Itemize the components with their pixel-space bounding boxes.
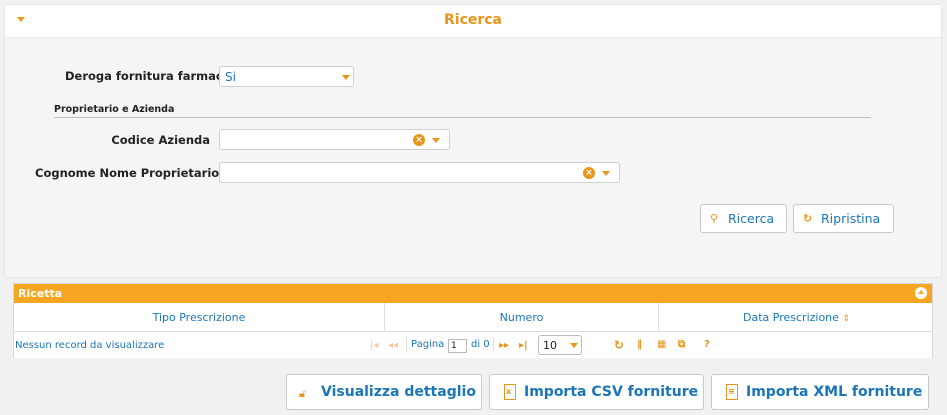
- ricetta-grid: Ricetta Tipo Prescrizione Numero Data Pr…: [13, 283, 933, 358]
- codice-azienda-label: Codice Azienda: [111, 133, 210, 147]
- collapse-icon[interactable]: [915, 287, 927, 299]
- pager-separator: [406, 337, 407, 351]
- next-page-icon[interactable]: ▸▸: [499, 340, 509, 351]
- pager-separator: [493, 337, 494, 351]
- xml-file-icon: ≡: [726, 384, 738, 400]
- section-divider: [54, 117, 871, 118]
- empty-records-text: Nessun record da visualizzare: [15, 340, 165, 351]
- rows-per-page-value: 10: [543, 339, 557, 352]
- cognome-nome-combobox[interactable]: ×: [219, 162, 620, 183]
- chevron-down-icon: [570, 343, 578, 348]
- page-total: di 0: [471, 339, 490, 350]
- table-icon[interactable]: ▦: [657, 339, 666, 350]
- reset-icon: ↻: [803, 212, 813, 225]
- deroga-select-value: Si: [225, 70, 236, 84]
- column-data-prescrizione[interactable]: Data Prescrizione ⇕: [659, 303, 934, 332]
- sort-icon[interactable]: ⇕: [842, 314, 850, 324]
- chevron-down-icon[interactable]: [432, 138, 440, 143]
- lock-icon: 🔓︎: [299, 387, 307, 400]
- reset-button[interactable]: ↻ Ripristina: [793, 204, 894, 233]
- page-number-input[interactable]: 1: [448, 339, 467, 353]
- grid-header: Ricetta: [14, 284, 932, 303]
- last-page-icon[interactable]: ▸|: [519, 340, 528, 351]
- column-tipo-prescrizione[interactable]: Tipo Prescrizione: [14, 303, 384, 332]
- columns-icon[interactable]: ‖: [637, 339, 642, 350]
- help-icon[interactable]: ?: [704, 339, 710, 350]
- search-panel-header[interactable]: Ricerca: [5, 5, 941, 38]
- grid-title: Ricetta: [18, 287, 63, 300]
- deroga-select[interactable]: Si: [219, 66, 354, 87]
- page-label: Pagina: [411, 339, 445, 350]
- search-panel: Ricerca Deroga fornitura farmaci Si Prop…: [4, 4, 942, 278]
- search-panel-title: Ricerca: [443, 12, 503, 28]
- import-xml-label: Importa XML forniture: [746, 384, 923, 400]
- chevron-down-icon: [342, 75, 350, 80]
- clear-icon[interactable]: ×: [413, 134, 425, 146]
- reset-button-label: Ripristina: [821, 211, 881, 226]
- search-icon: ⚲: [710, 212, 719, 225]
- first-page-icon[interactable]: |◂: [370, 340, 378, 351]
- export-icon[interactable]: ⧉: [678, 339, 685, 350]
- rows-per-page-select[interactable]: 10: [538, 335, 582, 355]
- view-details-label: Visualizza dettaglio: [321, 384, 476, 400]
- search-button-label: Ricerca: [728, 211, 775, 226]
- column-data-prescrizione-label: Data Prescrizione: [743, 311, 839, 324]
- chevron-down-icon[interactable]: [602, 171, 610, 176]
- view-details-button[interactable]: 🔓︎ Visualizza dettaglio: [286, 374, 482, 410]
- column-numero[interactable]: Numero: [385, 303, 658, 332]
- grid-pager: Nessun record da visualizzare |◂ ◂◂ Pagi…: [14, 332, 932, 358]
- import-xml-button[interactable]: ≡ Importa XML forniture: [711, 374, 929, 410]
- refresh-icon[interactable]: ↻: [614, 338, 624, 352]
- codice-azienda-combobox[interactable]: ×: [219, 129, 450, 150]
- import-csv-button[interactable]: x Importa CSV forniture: [489, 374, 704, 410]
- grid-column-headers: Tipo Prescrizione Numero Data Prescrizio…: [14, 303, 932, 332]
- search-button[interactable]: ⚲ Ricerca: [700, 204, 787, 233]
- cognome-nome-label: Cognome Nome Proprietario: [35, 166, 220, 180]
- section-label-proprietario: Proprietario e Azienda: [54, 104, 175, 115]
- csv-file-icon: x: [504, 384, 516, 400]
- import-csv-label: Importa CSV forniture: [524, 384, 699, 400]
- deroga-label: Deroga fornitura farmaci: [65, 69, 227, 83]
- clear-icon[interactable]: ×: [583, 167, 595, 179]
- prev-page-icon[interactable]: ◂◂: [388, 340, 398, 351]
